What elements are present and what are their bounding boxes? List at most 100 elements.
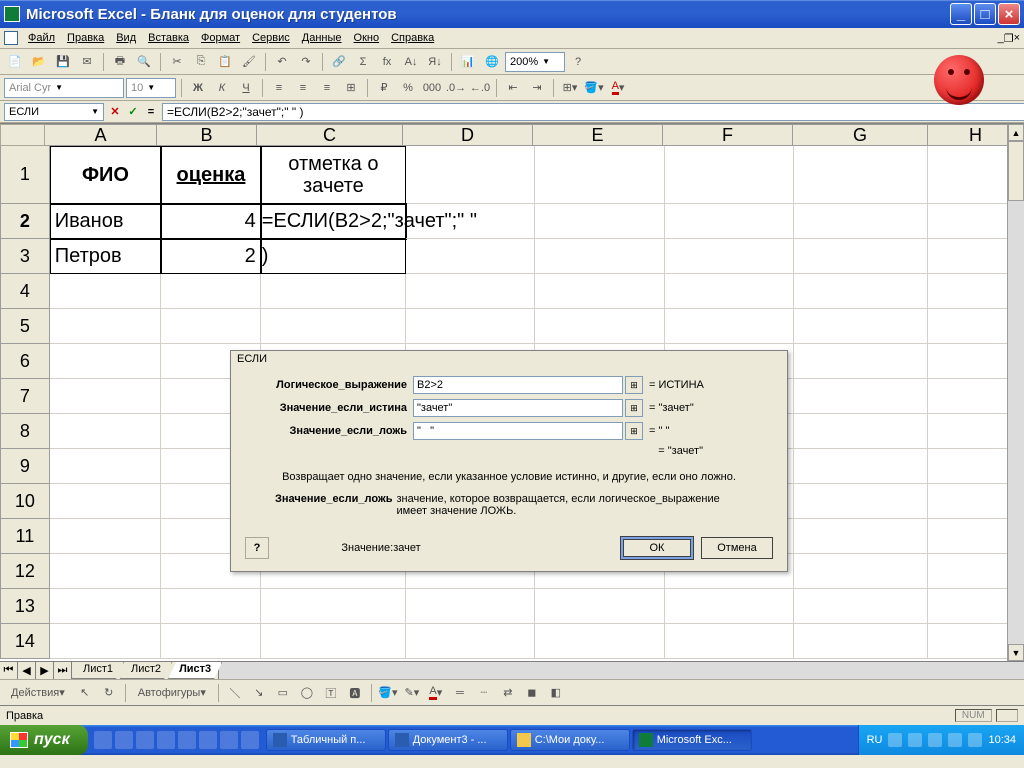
cell-D2[interactable] [406, 204, 535, 239]
hyperlink-button[interactable]: 🔗 [328, 51, 350, 73]
rotate-button[interactable]: ↻ [98, 682, 120, 704]
tray-icon-5[interactable] [968, 733, 982, 747]
cell-G5[interactable] [794, 309, 928, 344]
font-size-combo[interactable]: 10▼ [126, 78, 176, 98]
close-button[interactable]: × [998, 3, 1020, 25]
taskbar-item-4[interactable]: Microsoft Exc... [632, 729, 752, 751]
taskbar-item-3[interactable]: C:\Мои доку... [510, 729, 630, 751]
doc-icon[interactable] [4, 31, 18, 45]
lang-indicator[interactable]: RU [867, 734, 883, 746]
italic-button[interactable]: К [211, 77, 233, 99]
tab-prev-button[interactable]: ◀ [18, 662, 36, 679]
cell-C2[interactable]: =ЕСЛИ(B2>2;"зачет";" " [261, 204, 406, 239]
drawing-actions-menu[interactable]: Действия ▾ [4, 682, 72, 704]
arg3-range-button[interactable]: ⊞ [625, 422, 643, 440]
cell-E5[interactable] [535, 309, 664, 344]
underline-button[interactable]: Ч [235, 77, 257, 99]
cell-A2[interactable]: Иванов [50, 204, 161, 239]
col-header-C[interactable]: C [257, 124, 403, 146]
start-button[interactable]: пуск [0, 725, 88, 755]
fill-color-draw-button[interactable]: 🪣▾ [377, 682, 399, 704]
cell-A10[interactable] [50, 484, 161, 519]
cell-E3[interactable] [535, 239, 664, 274]
clock[interactable]: 10:34 [988, 734, 1016, 746]
cell-C5[interactable] [261, 309, 406, 344]
cell-F5[interactable] [665, 309, 794, 344]
tray-icon-4[interactable] [948, 733, 962, 747]
new-button[interactable]: 📄 [4, 51, 26, 73]
cell-G6[interactable] [794, 344, 928, 379]
ql-icon-4[interactable] [157, 731, 175, 749]
sort-asc-button[interactable]: A↓ [400, 51, 422, 73]
open-button[interactable]: 📂 [28, 51, 50, 73]
currency-button[interactable]: ₽ [373, 77, 395, 99]
cell-E2[interactable] [535, 204, 664, 239]
cell-G13[interactable] [794, 589, 928, 624]
menu-view[interactable]: Вид [110, 30, 142, 46]
cell-G8[interactable] [794, 414, 928, 449]
col-header-E[interactable]: E [533, 124, 663, 146]
ql-icon-1[interactable] [94, 731, 112, 749]
wordart-button[interactable]: 🅰 [344, 682, 366, 704]
tray-icon-3[interactable] [928, 733, 942, 747]
sheet-tab-3[interactable]: Лист3 [168, 662, 222, 679]
cell-C14[interactable] [261, 624, 406, 659]
help-button[interactable]: ? [567, 51, 589, 73]
textbox-button[interactable]: 🅃 [320, 682, 342, 704]
arrow-button[interactable]: ↘ [248, 682, 270, 704]
arg1-input[interactable] [413, 376, 623, 394]
align-center-button[interactable]: ≡ [292, 77, 314, 99]
rectangle-button[interactable]: ▭ [272, 682, 294, 704]
cell-F2[interactable] [665, 204, 794, 239]
redo-button[interactable]: ↷ [295, 51, 317, 73]
cell-F3[interactable] [665, 239, 794, 274]
cell-E14[interactable] [535, 624, 664, 659]
cell-G2[interactable] [794, 204, 928, 239]
fill-color-button[interactable]: 🪣▾ [583, 77, 605, 99]
cell-A6[interactable] [50, 344, 161, 379]
cell-B14[interactable] [161, 624, 261, 659]
col-header-G[interactable]: G [793, 124, 928, 146]
ok-button[interactable]: ОК [621, 537, 693, 559]
maximize-button[interactable]: □ [974, 3, 996, 25]
function-button[interactable]: fx [376, 51, 398, 73]
col-header-A[interactable]: A [45, 124, 157, 146]
cell-A3[interactable]: Петров [50, 239, 161, 274]
row-header-1[interactable]: 1 [0, 146, 50, 204]
cell-G1[interactable] [794, 146, 928, 204]
autoshapes-menu[interactable]: Автофигуры ▾ [131, 682, 213, 704]
tray-icon-1[interactable] [888, 733, 902, 747]
tab-next-button[interactable]: ▶ [36, 662, 54, 679]
row-header-5[interactable]: 5 [0, 309, 50, 344]
copy-button[interactable]: ⎘ [190, 51, 212, 73]
cell-A13[interactable] [50, 589, 161, 624]
cell-A8[interactable] [50, 414, 161, 449]
cell-F13[interactable] [665, 589, 794, 624]
menu-window[interactable]: Окно [348, 30, 386, 46]
arg3-input[interactable] [413, 422, 623, 440]
cell-B4[interactable] [161, 274, 261, 309]
cell-E13[interactable] [535, 589, 664, 624]
font-color-button[interactable]: A▾ [607, 77, 629, 99]
shadow-button[interactable]: ◼ [521, 682, 543, 704]
menu-file[interactable]: Файл [22, 30, 61, 46]
borders-button[interactable]: ⊞▾ [559, 77, 581, 99]
scroll-up-button[interactable]: ▲ [1008, 124, 1024, 141]
row-header-12[interactable]: 12 [0, 554, 50, 589]
save-button[interactable]: 💾 [52, 51, 74, 73]
cell-C3[interactable]: ) [261, 239, 406, 274]
col-header-F[interactable]: F [663, 124, 793, 146]
cell-D5[interactable] [406, 309, 535, 344]
row-header-9[interactable]: 9 [0, 449, 50, 484]
row-header-4[interactable]: 4 [0, 274, 50, 309]
row-header-13[interactable]: 13 [0, 589, 50, 624]
font-color-draw-button[interactable]: A▾ [425, 682, 447, 704]
scroll-thumb[interactable] [1008, 141, 1024, 201]
formula-edit-button[interactable]: = [144, 106, 158, 118]
line-button[interactable]: ＼ [224, 682, 246, 704]
cell-D4[interactable] [406, 274, 535, 309]
cell-A7[interactable] [50, 379, 161, 414]
arg1-range-button[interactable]: ⊞ [625, 376, 643, 394]
print-button[interactable]: 🖶 [109, 51, 131, 73]
menu-data[interactable]: Данные [296, 30, 348, 46]
